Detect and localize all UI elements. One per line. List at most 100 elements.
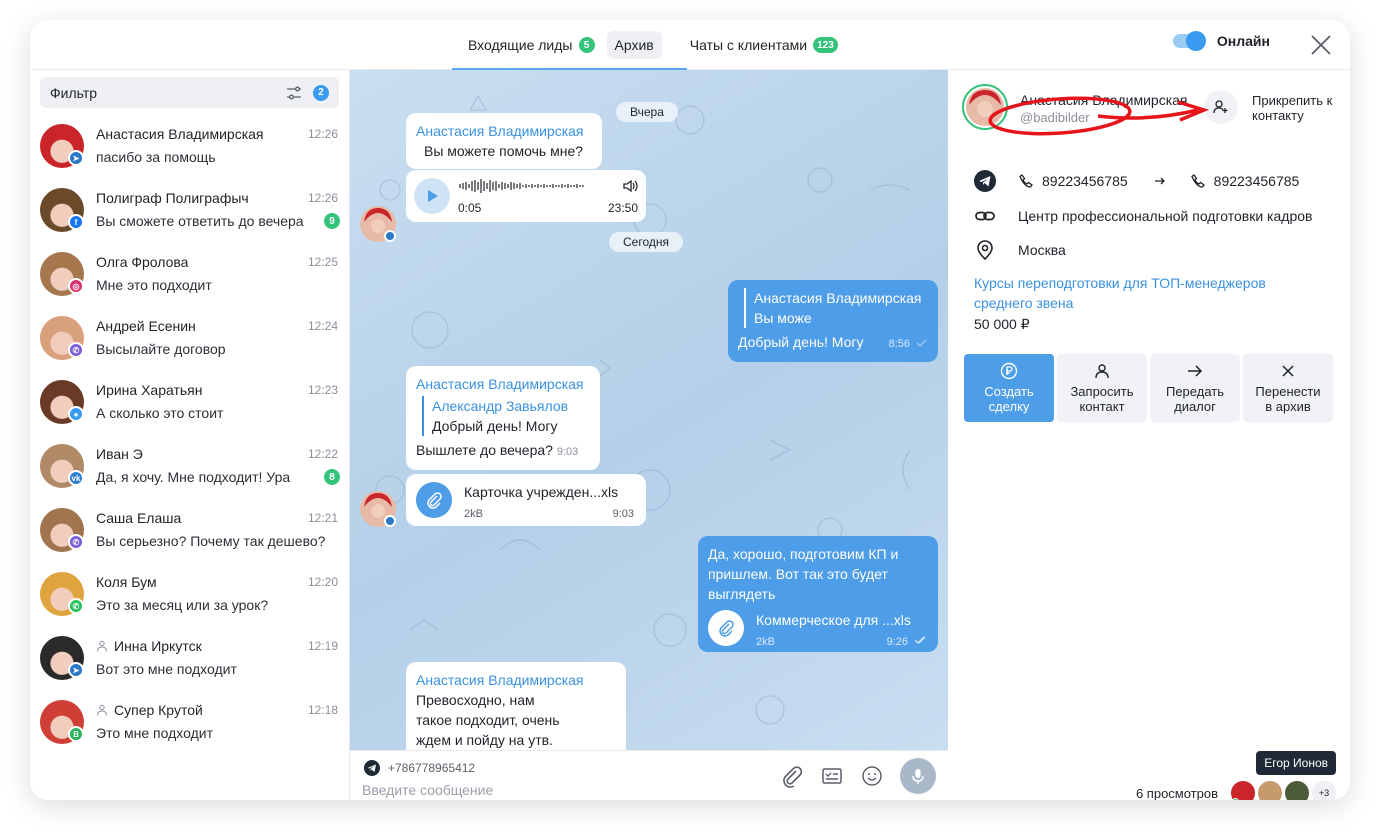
vk-icon: vk bbox=[68, 470, 84, 486]
viber-icon: ✆ bbox=[68, 342, 84, 358]
phone-icon bbox=[1019, 174, 1033, 188]
filter-count-badge: 2 bbox=[313, 84, 329, 101]
chat-time: 12:21 bbox=[307, 511, 338, 525]
viewer-avatar[interactable] bbox=[1285, 781, 1309, 800]
quote-sender: Александр Завьялов bbox=[432, 398, 569, 414]
message-text: Вышлете до вечера? bbox=[416, 442, 553, 458]
chat-list-item[interactable]: ✆ Коля Бум 12:20 Это за месяц или за уро… bbox=[30, 562, 350, 626]
link-icon bbox=[975, 211, 995, 221]
ruble-icon bbox=[1000, 362, 1018, 380]
telegram-icon: ➤ bbox=[68, 662, 84, 678]
chat-name: Андрей Есенин bbox=[96, 318, 196, 334]
chat-name: Инна Иркутск bbox=[96, 638, 202, 654]
tab-incoming-leads[interactable]: Входящие лиды 5 bbox=[460, 31, 603, 59]
volume-icon[interactable] bbox=[622, 178, 638, 194]
telegram-icon bbox=[384, 515, 396, 527]
viewer-avatar[interactable] bbox=[1258, 781, 1282, 800]
chat-list-item[interactable]: B Супер Крутой 12:18 Это мне подходит bbox=[30, 690, 350, 754]
more-viewers[interactable]: +3 bbox=[1312, 781, 1336, 800]
chat-preview: Вот это мне подходит bbox=[96, 661, 237, 677]
action-label: Передать bbox=[1165, 384, 1224, 399]
action-label: контакт bbox=[1079, 399, 1125, 414]
close-icon[interactable] bbox=[1310, 34, 1332, 56]
chat-name-text: Полиграф Полиграфыч bbox=[96, 190, 249, 206]
attach-contact-label[interactable]: Прикрепить к контакту bbox=[1252, 93, 1342, 123]
chat-list-item[interactable]: ✆ Саша Елаша 12:21 Вы серьезно? Почему т… bbox=[30, 498, 350, 562]
outgoing-message: Да, хорошо, подготовим КП и пришлем. Вот… bbox=[698, 536, 938, 652]
action-label: диалог bbox=[1174, 399, 1216, 414]
filter-label: Фильтр bbox=[50, 84, 98, 101]
voice-message: 0:05 23:50 bbox=[406, 170, 646, 222]
telegram-icon: ➤ bbox=[68, 150, 84, 166]
action-buttons: Создать сделку Запросить контакт Передат… bbox=[964, 354, 1336, 422]
viewer-avatar[interactable] bbox=[1231, 781, 1255, 800]
instagram-icon: ◎ bbox=[68, 278, 84, 294]
chat-preview: Высылайте договор bbox=[96, 341, 226, 357]
chat-list-item[interactable]: f Полиграф Полиграфыч 12:26 Вы сможете о… bbox=[30, 178, 350, 242]
message-input[interactable]: Введите сообщение bbox=[362, 782, 493, 798]
play-button[interactable] bbox=[414, 178, 450, 214]
chat-name-text: Ирина Харатьян bbox=[96, 382, 203, 398]
city-name: Москва bbox=[1018, 242, 1066, 258]
phone-to[interactable]: 89223456785 bbox=[1214, 173, 1300, 189]
file-icon-button[interactable] bbox=[416, 482, 452, 518]
views-count: 6 просмотров bbox=[1135, 786, 1218, 800]
message-time: 23:50 bbox=[607, 201, 638, 215]
attach-contact-button[interactable] bbox=[1204, 90, 1238, 124]
course-link[interactable]: Курсы переподготовки для ТОП-менеджеров … bbox=[974, 273, 1304, 313]
template-icon[interactable] bbox=[820, 764, 844, 788]
paperclip-icon[interactable] bbox=[780, 764, 804, 788]
day-separator: Вчера bbox=[616, 102, 678, 122]
filter-settings-icon[interactable] bbox=[285, 84, 303, 102]
phone-row: 89223456785 89223456785 bbox=[974, 170, 1299, 192]
file-name: Карточка учрежден...xls bbox=[464, 484, 619, 500]
contact-handle: @badibilder bbox=[1020, 110, 1090, 125]
chat-preview: Вы серьезно? Почему так дешево? bbox=[96, 533, 326, 549]
chat-list-item[interactable]: ◎ Олга Фролова 12:25 Мне это подходит bbox=[30, 242, 350, 306]
chat-list-item[interactable]: ➤ Анастасия Владимирская 12:26 пасибо за… bbox=[30, 114, 350, 178]
online-dot bbox=[1232, 798, 1239, 800]
action-label: Перенести bbox=[1255, 384, 1321, 399]
chat-preview: Вы сможете ответить до вечера bbox=[96, 213, 304, 229]
chat-list-item[interactable]: vk Иван Э 12:22 Да, я хочу. Мне подходит… bbox=[30, 434, 350, 498]
reply-quote: Анастасия Владимирская Вы може bbox=[744, 288, 928, 328]
quote-text: Вы може bbox=[754, 310, 812, 326]
chat-list-item[interactable]: ✆ Андрей Есенин 12:24 Высылайте договор bbox=[30, 306, 350, 370]
tab-archive[interactable]: Архив bbox=[606, 31, 662, 59]
telegram-icon bbox=[974, 170, 996, 192]
action-label: в архив bbox=[1265, 399, 1311, 414]
chat-list-sidebar: Фильтр 2 ➤ Анастасия Владимирская 12:26 … bbox=[30, 70, 350, 800]
chat-list-item[interactable]: ● Ирина Харатьян 12:23 А сколько это сто… bbox=[30, 370, 350, 434]
chat-preview: Это за месяц или за урок? bbox=[96, 597, 269, 613]
request-contact-button[interactable]: Запросить контакт bbox=[1057, 354, 1147, 422]
telegram-icon bbox=[384, 230, 396, 242]
filter-bar[interactable]: Фильтр 2 bbox=[40, 77, 339, 108]
count-badge: 5 bbox=[578, 37, 595, 53]
create-deal-button[interactable]: Создать сделку bbox=[964, 354, 1054, 422]
chat-list-item[interactable]: ➤ Инна Иркутск 12:19 Вот это мне подходи… bbox=[30, 626, 350, 690]
chat-time: 12:23 bbox=[307, 383, 338, 397]
file-size: 2kB bbox=[756, 636, 775, 648]
unread-badge: 8 bbox=[324, 469, 340, 485]
file-icon-button[interactable] bbox=[708, 610, 744, 646]
phone-from[interactable]: 89223456785 bbox=[1042, 173, 1128, 189]
tab-client-chats[interactable]: Чаты с клиентами 123 bbox=[682, 31, 846, 59]
tabs: Входящие лиды 5 Архив Чаты с клиентами 1… bbox=[460, 30, 846, 60]
organization-row: Центр профессиональной подготовки кадров bbox=[974, 205, 1312, 227]
transfer-dialog-button[interactable]: Передать диалог bbox=[1150, 354, 1240, 422]
message-composer: +786778965412 Введите сообщение bbox=[350, 750, 948, 800]
online-toggle[interactable] bbox=[1172, 31, 1206, 51]
action-label: Создать bbox=[984, 384, 1034, 399]
composer-phone: +786778965412 bbox=[364, 760, 475, 776]
reply-quote: Александр Завьялов Добрый день! Могу bbox=[422, 396, 590, 436]
chat-name: Иван Э bbox=[96, 446, 143, 462]
file-message[interactable]: Карточка учрежден...xls 2kB 9:03 bbox=[406, 474, 646, 526]
chat-name: Супер Крутой bbox=[96, 702, 203, 718]
archive-button[interactable]: Перенести в архив bbox=[1243, 354, 1333, 422]
emoji-icon[interactable] bbox=[860, 764, 884, 788]
online-status: Онлайн bbox=[1172, 31, 1270, 51]
chat-name-text: Анастасия Владимирская bbox=[96, 126, 264, 142]
arrow-right-icon bbox=[1188, 365, 1203, 377]
microphone-button[interactable] bbox=[900, 758, 936, 794]
quote-sender: Анастасия Владимирская bbox=[754, 290, 922, 306]
